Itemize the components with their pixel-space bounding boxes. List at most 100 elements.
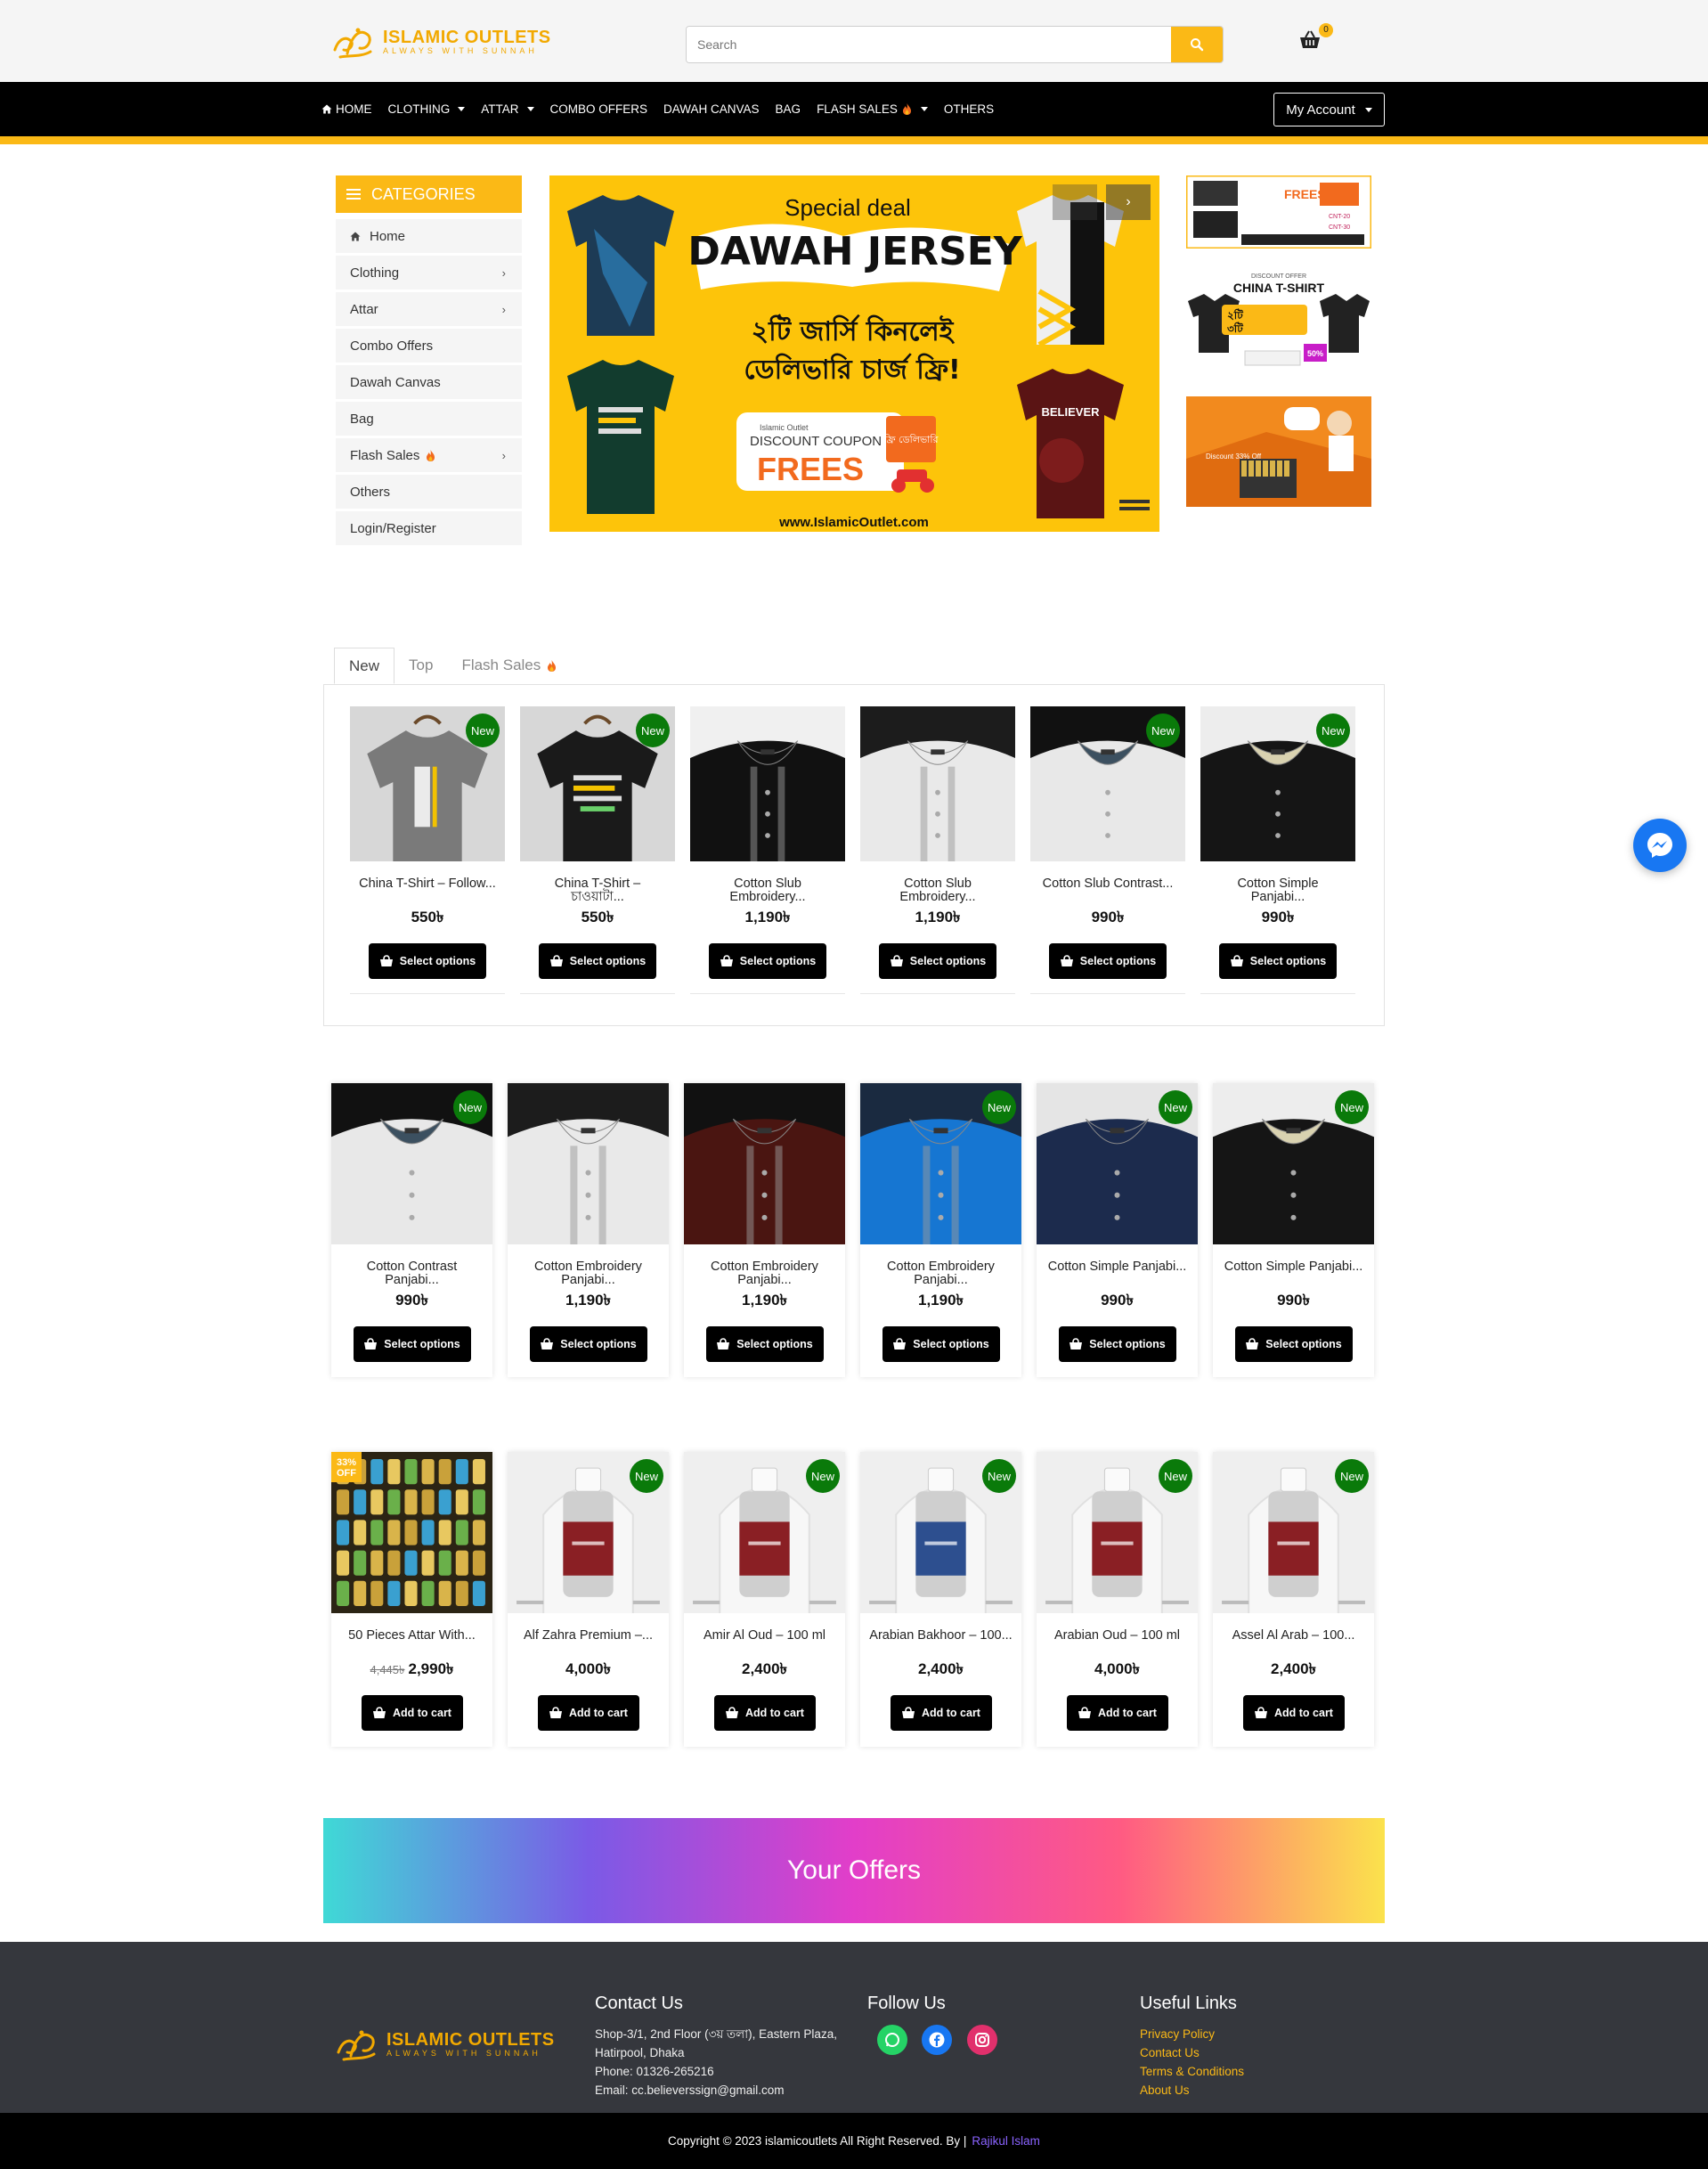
- product-image-wrap[interactable]: 33% OFF: [331, 1452, 492, 1613]
- product-image-wrap[interactable]: New: [508, 1452, 669, 1613]
- facebook-icon[interactable]: [922, 2025, 953, 2055]
- ad-china-tshirt[interactable]: DISCOUNT OFFER CHINA T-SHIRT ২টি ৩টি 50%: [1186, 265, 1371, 379]
- nav-item-bag[interactable]: BAG: [768, 102, 809, 116]
- product-image[interactable]: [690, 706, 845, 861]
- product-name[interactable]: Arabian Oud – 100 ml: [1037, 1629, 1198, 1656]
- add-to-cart-button[interactable]: Add to cart: [361, 1695, 463, 1731]
- tab-top[interactable]: Top: [394, 648, 447, 683]
- ad-frees-coupon[interactable]: FREES CNT-20 CNT-30: [1184, 174, 1373, 250]
- product-name[interactable]: Amir Al Oud – 100 ml: [684, 1629, 845, 1656]
- nav-item-flash-sales[interactable]: FLASH SALES: [809, 102, 936, 116]
- select-options-button[interactable]: Select options: [1234, 1326, 1353, 1362]
- product-image-wrap[interactable]: New: [860, 1452, 1021, 1613]
- tab-flash-sales[interactable]: Flash Sales: [447, 648, 572, 683]
- product-image[interactable]: [508, 1083, 669, 1244]
- category-item-dawah-canvas[interactable]: Dawah Canvas: [336, 365, 522, 399]
- search-input[interactable]: [687, 27, 1171, 62]
- author-link[interactable]: Rajikul Islam: [972, 2134, 1040, 2148]
- product-image-wrap[interactable]: New: [1030, 706, 1185, 861]
- product-image-wrap[interactable]: [860, 706, 1015, 861]
- add-to-cart-button[interactable]: Add to cart: [890, 1695, 992, 1731]
- category-item-bag[interactable]: Bag: [336, 402, 522, 436]
- category-item-others[interactable]: Others: [336, 475, 522, 509]
- product-name[interactable]: China T-Shirt – চাওয়াটা...: [520, 877, 675, 904]
- footer-link-about-us[interactable]: About Us: [1140, 2081, 1362, 2100]
- site-logo[interactable]: ISLAMIC OUTLETS ALWAYS WITH SUNNAH: [331, 23, 551, 61]
- footer-link-contact-us[interactable]: Contact Us: [1140, 2043, 1362, 2062]
- category-item-clothing[interactable]: Clothing ›: [336, 256, 522, 289]
- tab-new[interactable]: New: [334, 648, 395, 684]
- product-name[interactable]: Alf Zahra Premium –...: [508, 1629, 669, 1656]
- product-image-wrap[interactable]: New: [860, 1083, 1021, 1244]
- product-name[interactable]: 50 Pieces Attar With...: [331, 1629, 492, 1656]
- instagram-icon[interactable]: [966, 2025, 997, 2055]
- select-options-button[interactable]: Select options: [1058, 1326, 1176, 1362]
- product-name[interactable]: Cotton Embroidery Panjabi...: [860, 1260, 1021, 1287]
- select-options-button[interactable]: Select options: [1049, 943, 1167, 979]
- nav-item-home[interactable]: HOME: [313, 102, 380, 116]
- category-item-home[interactable]: Home: [336, 219, 522, 253]
- product-image-wrap[interactable]: New: [684, 1452, 845, 1613]
- product-image-wrap[interactable]: New: [1213, 1083, 1374, 1244]
- your-offers-banner[interactable]: Your Offers: [323, 1818, 1385, 1923]
- product-name[interactable]: Cotton Slub Embroidery...: [690, 877, 845, 904]
- add-to-cart-button[interactable]: Add to cart: [713, 1695, 816, 1731]
- select-options-button[interactable]: Select options: [705, 1326, 824, 1362]
- product-image-wrap[interactable]: [508, 1083, 669, 1244]
- product-name[interactable]: Cotton Simple Panjabi...: [1213, 1260, 1374, 1287]
- product-name[interactable]: Cotton Embroidery Panjabi...: [508, 1260, 669, 1287]
- product-image-wrap[interactable]: [684, 1083, 845, 1244]
- ad-attar-discount[interactable]: Discount 33% Off: [1186, 396, 1371, 507]
- product-name[interactable]: Cotton Simple Panjabi...: [1200, 877, 1355, 904]
- product-name[interactable]: Cotton Contrast Panjabi...: [331, 1260, 492, 1287]
- footer-logo[interactable]: ISLAMIC OUTLETS ALWAYS WITH SUNNAH: [335, 2026, 555, 2063]
- product-image-wrap[interactable]: New: [1037, 1083, 1198, 1244]
- product-name[interactable]: Cotton Embroidery Panjabi...: [684, 1260, 845, 1287]
- nav-item-attar[interactable]: ATTAR: [473, 102, 541, 116]
- hero-banner[interactable]: BELIEVER Special deal DAWAH JERSEY ২টি জ…: [549, 175, 1159, 532]
- select-options-button[interactable]: Select options: [709, 943, 826, 979]
- categories-list: Home Clothing › Attar › Combo Offers Dawah Can…: [336, 219, 522, 548]
- nav-item-clothing[interactable]: CLOTHING: [380, 102, 474, 116]
- product-image-wrap[interactable]: New: [331, 1083, 492, 1244]
- select-options-button[interactable]: Select options: [369, 943, 486, 979]
- product-image-wrap[interactable]: New: [1213, 1452, 1374, 1613]
- search-button[interactable]: [1171, 27, 1223, 62]
- select-options-button[interactable]: Select options: [529, 1326, 647, 1362]
- product-image-wrap[interactable]: New: [1200, 706, 1355, 861]
- select-options-button[interactable]: Select options: [539, 943, 656, 979]
- whatsapp-icon[interactable]: [877, 2025, 907, 2055]
- nav-item-dawah-canvas[interactable]: DAWAH CANVAS: [655, 102, 768, 116]
- category-item-attar[interactable]: Attar ›: [336, 292, 522, 326]
- product-image[interactable]: [860, 706, 1015, 861]
- product-image-wrap[interactable]: New: [520, 706, 675, 861]
- slider-prev-button[interactable]: [1053, 184, 1097, 220]
- product-name[interactable]: Arabian Bakhoor – 100...: [860, 1629, 1021, 1656]
- product-image-wrap[interactable]: New: [1037, 1452, 1198, 1613]
- slider-next-button[interactable]: ›: [1106, 184, 1151, 220]
- my-account-dropdown[interactable]: My Account: [1273, 93, 1385, 126]
- product-image-wrap[interactable]: [690, 706, 845, 861]
- product-name[interactable]: Cotton Slub Contrast...: [1030, 877, 1185, 904]
- product-name[interactable]: China T-Shirt – Follow...: [350, 877, 505, 904]
- product-name[interactable]: Assel Al Arab – 100...: [1213, 1629, 1374, 1656]
- category-item-combo-offers[interactable]: Combo Offers: [336, 329, 522, 363]
- product-name[interactable]: Cotton Simple Panjabi...: [1037, 1260, 1198, 1287]
- add-to-cart-button[interactable]: Add to cart: [1242, 1695, 1345, 1731]
- product-image[interactable]: [684, 1083, 845, 1244]
- select-options-button[interactable]: Select options: [1219, 943, 1337, 979]
- nav-item-combo-offers[interactable]: COMBO OFFERS: [542, 102, 656, 116]
- select-options-button[interactable]: Select options: [353, 1326, 471, 1362]
- footer-link-privacy-policy[interactable]: Privacy Policy: [1140, 2025, 1362, 2043]
- add-to-cart-button[interactable]: Add to cart: [537, 1695, 639, 1731]
- messenger-chat-button[interactable]: [1633, 819, 1687, 872]
- add-to-cart-button[interactable]: Add to cart: [1066, 1695, 1168, 1731]
- select-options-button[interactable]: Select options: [879, 943, 996, 979]
- product-name[interactable]: Cotton Slub Embroidery...: [860, 877, 1015, 904]
- select-options-button[interactable]: Select options: [882, 1326, 1000, 1362]
- product-image-wrap[interactable]: New: [350, 706, 505, 861]
- category-item-flash-sales[interactable]: Flash Sales ›: [336, 438, 522, 472]
- footer-link-terms-conditions[interactable]: Terms & Conditions: [1140, 2062, 1362, 2081]
- category-item-login-register[interactable]: Login/Register: [336, 511, 522, 545]
- nav-item-others[interactable]: OTHERS: [936, 102, 1002, 116]
